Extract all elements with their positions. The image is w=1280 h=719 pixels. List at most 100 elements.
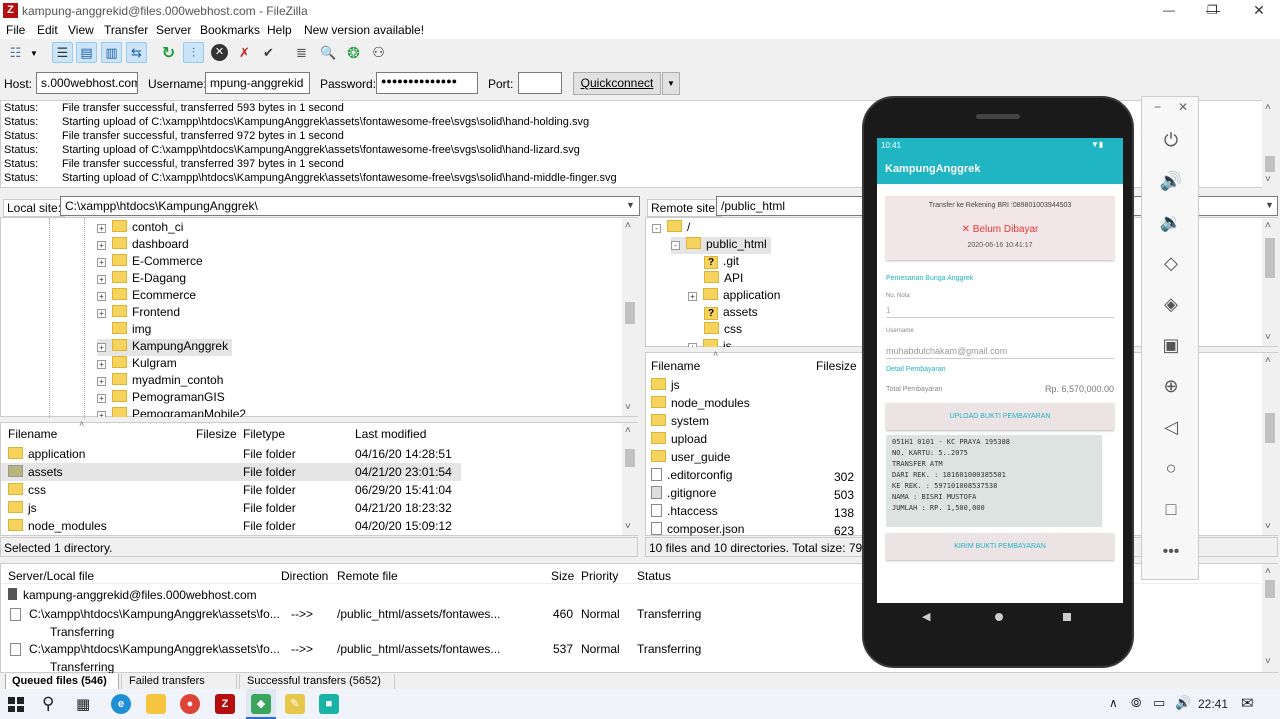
remote-tree-item-selected[interactable]: - public_html [671, 237, 771, 254]
column-direction[interactable]: Direction [281, 569, 328, 583]
scroll-thumb[interactable] [1265, 156, 1275, 172]
tab-failed-transfers[interactable]: Failed transfers [121, 674, 237, 690]
remote-site-dropdown-icon[interactable]: ▼ [1265, 200, 1274, 210]
local-tree-item[interactable]: + E-Dagang [97, 271, 186, 288]
remote-tree-item[interactable]: - / [652, 220, 690, 237]
remote-tree-item[interactable]: css [704, 322, 742, 339]
network-icon[interactable]: ⦾ [1131, 695, 1141, 711]
column-filename[interactable]: Filename [651, 359, 700, 373]
column-filesize[interactable]: Filesize [816, 359, 857, 373]
local-file-row[interactable]: node_modules File folder 04/20/20 15:09:… [1, 517, 461, 535]
scroll-up-icon[interactable]: ˄ [1265, 355, 1271, 366]
overview-icon[interactable]: □ [1158, 496, 1184, 522]
menu-server[interactable]: Server [156, 23, 191, 37]
local-tree-item[interactable]: + Ecommerce [97, 288, 196, 305]
column-server-local[interactable]: Server/Local file [8, 569, 94, 583]
scroll-down-icon[interactable]: ˅ [1265, 656, 1271, 667]
nav-home-icon[interactable] [995, 613, 1003, 621]
notepad-icon[interactable]: ✎ [285, 694, 305, 714]
close-window-icon[interactable]: ✕ [1236, 0, 1280, 22]
remote-tree-scrollbar[interactable]: ˄ ˅ [1262, 218, 1278, 346]
remote-file-row[interactable]: .editorconfig [651, 468, 732, 486]
column-remote-file[interactable]: Remote file [337, 569, 398, 583]
file-explorer-icon[interactable] [146, 694, 166, 714]
search-files-icon[interactable]: ⚇ [368, 42, 389, 63]
local-file-row[interactable]: js File folder 04/21/20 18:23:32 [1, 499, 461, 517]
scroll-down-icon[interactable]: ˅ [1265, 521, 1271, 532]
android-studio-icon[interactable]: ■ [319, 694, 339, 714]
scroll-down-icon[interactable]: ˅ [625, 402, 631, 413]
remote-file-row[interactable]: upload [651, 432, 707, 450]
nav-back-icon[interactable]: ◀ [922, 610, 930, 623]
local-tree-item-selected[interactable]: + KampungAnggrek [97, 339, 233, 356]
username-field[interactable]: muhabdulchakam@gmail.com [886, 346, 1114, 359]
volume-down-icon[interactable]: 🔉 [1158, 209, 1184, 235]
back-icon[interactable]: ◁ [1158, 414, 1184, 440]
column-last-modified[interactable]: Last modified [355, 427, 426, 441]
tab-queued-files[interactable]: Queued files (546) [5, 674, 119, 690]
scroll-thumb[interactable] [625, 449, 635, 467]
menu-help[interactable]: Help [267, 23, 292, 37]
maximize-glyph[interactable]: ❐ [1207, 3, 1218, 17]
compare-icon[interactable]: 🔍 [318, 42, 339, 63]
queue-server-row[interactable]: kampung-anggrekid@files.000webhost.com [8, 588, 257, 606]
toggle-log-icon[interactable]: ☰ [52, 42, 73, 63]
scroll-down-icon[interactable]: ˅ [625, 521, 631, 532]
emulator-minimize-icon[interactable]: − [1154, 100, 1161, 114]
tray-expand-icon[interactable]: ∧ [1109, 696, 1118, 710]
remote-tree-item[interactable]: API [704, 271, 743, 288]
log-scrollbar[interactable]: ˄ ˅ [1262, 100, 1278, 188]
local-tree-item[interactable]: + Frontend [97, 305, 180, 322]
clock[interactable]: 22:41 [1198, 697, 1228, 711]
remote-file-row[interactable]: node_modules [651, 396, 750, 414]
local-tree-item[interactable]: + Kulgram [97, 356, 177, 373]
local-tree-item[interactable]: + contoh_ci [97, 220, 183, 237]
sync-browse-icon[interactable]: ❂ [343, 42, 364, 63]
queue-row[interactable]: C:\xampp\htdocs\KampungAnggrek\assets\fo… [1, 640, 701, 673]
scroll-down-icon[interactable]: ˅ [1265, 332, 1271, 343]
local-tree-item[interactable]: + PemogramanMobile2 [97, 407, 246, 417]
emulator-close-icon[interactable]: ✕ [1178, 100, 1188, 114]
remote-file-row[interactable]: js [651, 378, 680, 396]
local-tree-scrollbar[interactable]: ˄ ˅ [622, 218, 638, 416]
local-tree-item[interactable]: img [112, 322, 151, 339]
disconnect-icon[interactable]: ✗ [234, 42, 255, 63]
site-manager-dropdown-icon[interactable]: ▼ [30, 49, 38, 58]
directory-filter-icon[interactable]: ≣ [291, 42, 312, 63]
menu-view[interactable]: View [68, 23, 94, 37]
column-priority[interactable]: Priority [581, 569, 618, 583]
upload-proof-button[interactable]: UPLOAD BUKTI PEMBAYARAN [886, 403, 1114, 430]
scroll-up-icon[interactable]: ˄ [625, 220, 631, 231]
local-files-scrollbar[interactable]: ˄ ˅ [622, 423, 638, 535]
menu-file[interactable]: File [6, 23, 25, 37]
local-file-row[interactable]: application File folder 04/16/20 14:28:5… [1, 445, 461, 463]
scroll-thumb[interactable] [625, 302, 635, 324]
host-input[interactable]: s.000webhost.com [36, 72, 138, 94]
remote-file-row[interactable]: system [651, 414, 709, 432]
notifications-icon[interactable]: ✉ [1241, 694, 1254, 712]
column-filetype[interactable]: Filetype [243, 427, 285, 441]
local-file-row[interactable]: css File folder 06/29/20 15:41:04 [1, 481, 461, 499]
android-emulator-taskbar-icon[interactable]: ◆ [251, 694, 271, 714]
column-filename[interactable]: Filename [8, 427, 57, 441]
minimize-glyph[interactable]: — [1163, 3, 1175, 17]
local-site-input[interactable]: C:\xampp\htdocs\KampungAnggrek\ [60, 196, 640, 216]
home-icon[interactable]: ○ [1158, 455, 1184, 481]
power-icon[interactable]: ⏻ [1158, 127, 1184, 153]
volume-tray-icon[interactable]: 🔊 [1175, 695, 1191, 711]
menu-new-version[interactable]: New version available! [304, 23, 424, 37]
column-filesize[interactable]: Filesize [196, 427, 237, 441]
process-queue-icon[interactable]: ⫶ [183, 42, 204, 63]
zoom-icon[interactable]: ⊕ [1158, 373, 1184, 399]
edge-browser-icon[interactable]: e [111, 694, 131, 714]
scroll-up-icon[interactable]: ˄ [1265, 566, 1271, 577]
refresh-icon[interactable]: ↻ [158, 42, 179, 63]
remote-tree-item[interactable]: ? .git [704, 254, 739, 271]
queue-row[interactable]: C:\xampp\htdocs\KampungAnggrek\assets\fo… [1, 605, 701, 640]
toggle-local-tree-icon[interactable]: ▤ [76, 42, 97, 63]
local-tree-item[interactable]: + PemogramanGIS [97, 390, 225, 407]
remote-tree-item[interactable]: ? assets [704, 305, 758, 322]
toggle-queue-icon[interactable]: ⇆ [126, 42, 147, 63]
rotate-left-icon[interactable]: ◇ [1158, 250, 1184, 276]
scroll-up-icon[interactable]: ˄ [625, 425, 631, 436]
